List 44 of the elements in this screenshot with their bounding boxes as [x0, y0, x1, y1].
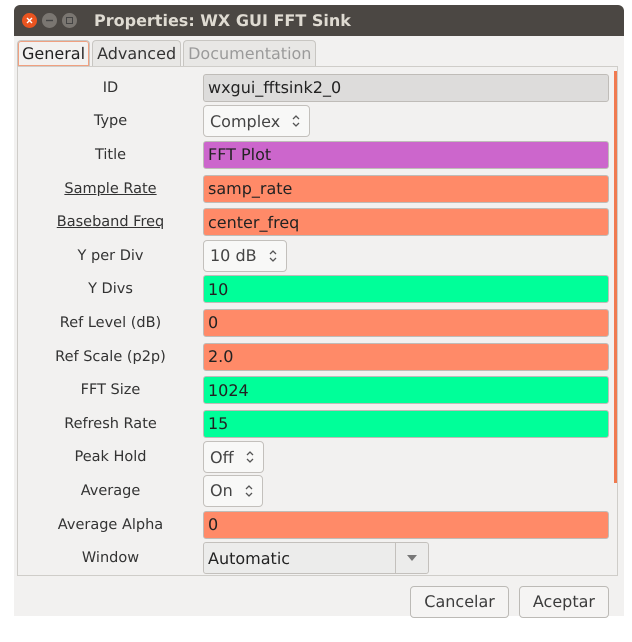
field-label: Refresh Rate	[64, 416, 157, 432]
input-field[interactable]: 15	[203, 410, 609, 438]
field-label: Ref Level (dB)	[60, 314, 162, 331]
spin-box[interactable]: Off	[203, 441, 264, 474]
field-label: Title	[94, 146, 126, 163]
field-label: Ref Scale (p2p)	[55, 348, 166, 365]
field-label: Y per Div	[78, 248, 144, 264]
scrollbar[interactable]	[614, 71, 617, 483]
input-field[interactable]: 1024	[203, 376, 609, 404]
input-field[interactable]: 0	[203, 510, 609, 539]
input-field[interactable]: samp_rate	[203, 174, 609, 203]
field-label: Sample Rate	[64, 180, 157, 197]
field-label: Average Alpha	[58, 516, 164, 533]
field-label: Baseband Freq	[56, 214, 164, 230]
dropdown-arrow-icon	[407, 555, 417, 562]
input-field[interactable]: wxgui_fftsink2_0	[203, 74, 609, 102]
tab[interactable]: Advanced	[92, 40, 182, 66]
spinner-arrows-icon	[244, 484, 253, 498]
dialog-button[interactable]: Aceptar	[518, 586, 609, 618]
tab[interactable]: General	[17, 40, 90, 66]
spin-box[interactable]: 10 dB	[203, 240, 287, 272]
maximize-icon[interactable]	[62, 13, 77, 28]
spinner-arrows-icon	[246, 450, 254, 464]
close-icon[interactable]	[22, 13, 37, 28]
field-label: Average	[80, 482, 140, 499]
spinner-arrows-icon	[292, 114, 300, 128]
spinner-arrows-icon	[268, 248, 277, 263]
input-field[interactable]: 0	[203, 308, 609, 337]
field-label: Y Divs	[88, 281, 133, 298]
field-label: ID	[102, 80, 118, 96]
input-field[interactable]: center_freq	[203, 208, 609, 236]
minimize-icon[interactable]	[42, 13, 57, 28]
input-field[interactable]: 10	[203, 275, 609, 304]
input-field[interactable]: FFT Plot	[203, 140, 609, 169]
spin-box[interactable]: Complex	[203, 105, 310, 138]
dropdown[interactable]: Automatic	[203, 542, 429, 574]
window-title: Properties: WX GUI FFT Sink	[94, 11, 351, 30]
field-label: Window	[82, 550, 140, 566]
field-label: Type	[94, 113, 128, 130]
spin-box[interactable]: On	[203, 474, 263, 507]
input-field[interactable]: 2.0	[203, 342, 609, 371]
field-label: Peak Hold	[74, 449, 147, 466]
field-label: FFT Size	[80, 382, 140, 398]
dialog-button[interactable]: Cancelar	[410, 586, 509, 618]
